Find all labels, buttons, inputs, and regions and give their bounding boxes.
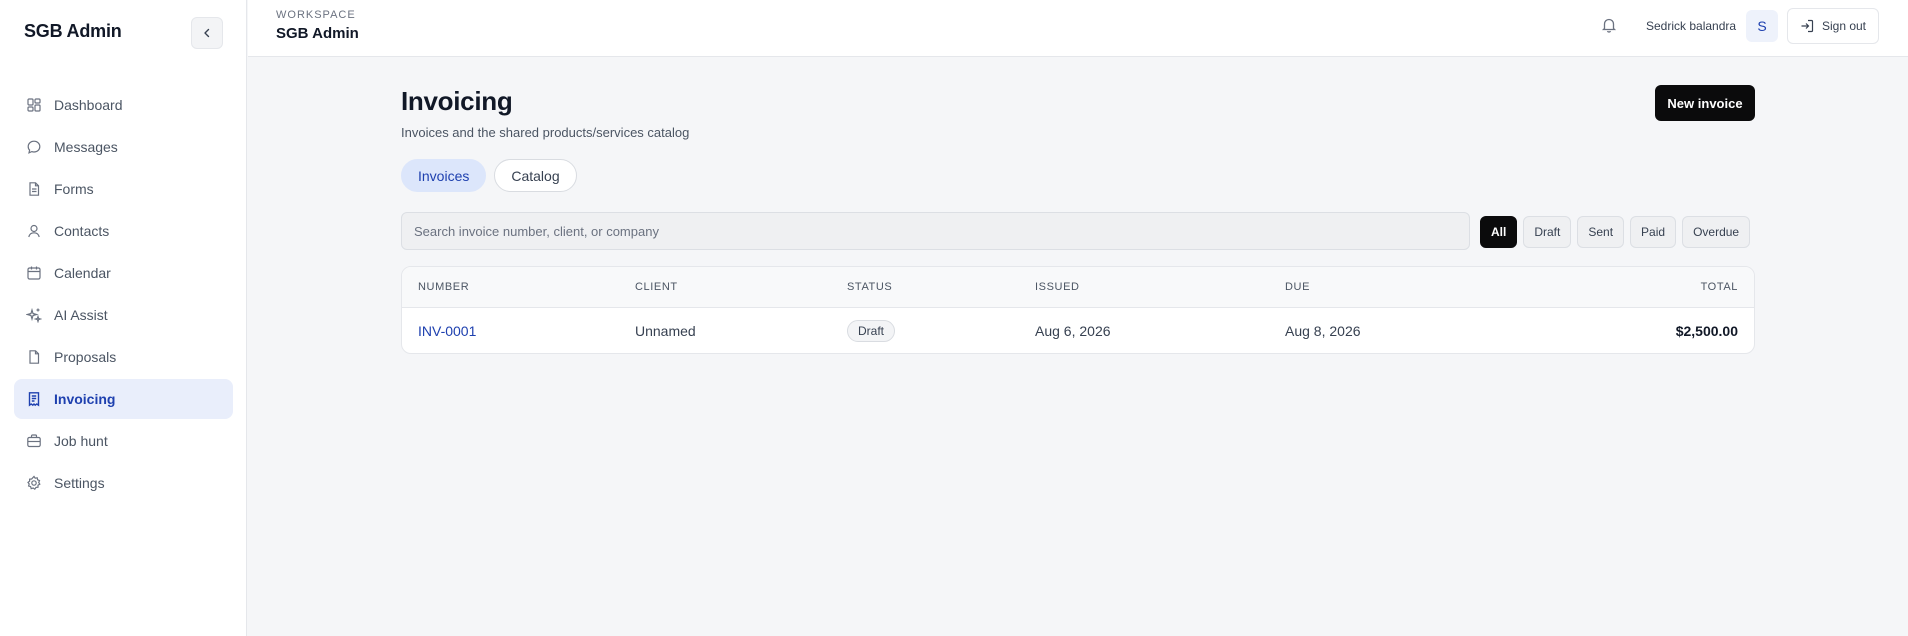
filter-sent-button[interactable]: Sent bbox=[1577, 216, 1625, 248]
sidebar-item-label: Job hunt bbox=[54, 433, 108, 449]
sidebar-item-label: Forms bbox=[54, 181, 94, 197]
brand-title: SGB Admin bbox=[24, 21, 122, 41]
sidebar-item-calendar[interactable]: Calendar bbox=[14, 253, 233, 293]
status-filters: All Draft Sent Paid Overdue bbox=[1480, 216, 1751, 248]
new-invoice-button[interactable]: New invoice bbox=[1655, 85, 1755, 121]
dashboard-icon bbox=[27, 98, 41, 112]
sidebar-item-label: Messages bbox=[54, 139, 118, 155]
sidebar-item-messages[interactable]: Messages bbox=[14, 127, 233, 167]
sidebar-item-label: Calendar bbox=[54, 265, 111, 281]
column-header-total[interactable]: TOTAL bbox=[1701, 281, 1738, 293]
sidebar-item-label: Settings bbox=[54, 475, 105, 491]
sidebar-nav: Dashboard Messages Forms Contacts Calend… bbox=[14, 85, 233, 505]
tab-catalog[interactable]: Catalog bbox=[494, 159, 577, 192]
user-name: Sedrick balandra bbox=[1646, 19, 1737, 33]
sidebar-item-label: Invoicing bbox=[54, 391, 116, 407]
column-header-status[interactable]: STATUS bbox=[847, 281, 892, 293]
sidebar-item-dashboard[interactable]: Dashboard bbox=[14, 85, 233, 125]
sparkle-icon bbox=[26, 307, 42, 323]
calendar-icon bbox=[27, 266, 41, 280]
workspace-label: WORKSPACE bbox=[276, 9, 356, 21]
search-input[interactable] bbox=[401, 212, 1470, 250]
column-header-number[interactable]: NUMBER bbox=[418, 281, 469, 293]
table-header: NUMBER CLIENT STATUS ISSUED DUE TOTAL bbox=[402, 267, 1754, 308]
page-title: Invoicing bbox=[401, 86, 513, 116]
sidebar-item-ai-assist[interactable]: AI Assist bbox=[14, 295, 233, 335]
tab-invoices[interactable]: Invoices bbox=[401, 159, 487, 192]
filter-overdue-button[interactable]: Overdue bbox=[1682, 216, 1751, 248]
sidebar-item-label: Dashboard bbox=[54, 97, 123, 113]
filter-draft-button[interactable]: Draft bbox=[1523, 216, 1572, 248]
sidebar: SGB Admin Dashboard Messages Forms Conta… bbox=[0, 0, 247, 636]
sidebar-item-contacts[interactable]: Contacts bbox=[14, 211, 233, 251]
sidebar-item-proposals[interactable]: Proposals bbox=[14, 337, 233, 377]
invoice-issued-date: Aug 6, 2026 bbox=[1035, 323, 1111, 339]
bell-icon bbox=[1601, 18, 1617, 33]
invoice-total: $2,500.00 bbox=[1675, 323, 1738, 339]
gear-icon bbox=[27, 475, 41, 491]
notifications-button[interactable] bbox=[1600, 16, 1618, 34]
chevron-left-icon bbox=[204, 28, 210, 38]
column-header-due[interactable]: DUE bbox=[1285, 281, 1310, 293]
invoice-client: Unnamed bbox=[635, 323, 696, 339]
table-row[interactable]: INV-0001 Unnamed Draft Aug 6, 2026 Aug 8… bbox=[402, 308, 1754, 353]
avatar[interactable]: S bbox=[1746, 10, 1778, 42]
top-header: WORKSPACE SGB Admin Sedrick balandra S S… bbox=[248, 0, 1908, 57]
invoices-table: NUMBER CLIENT STATUS ISSUED DUE TOTAL IN… bbox=[401, 266, 1755, 354]
status-badge: Draft bbox=[847, 320, 896, 342]
sidebar-item-label: Contacts bbox=[54, 223, 110, 239]
briefcase-icon bbox=[27, 434, 41, 448]
sign-out-label: Sign out bbox=[1821, 19, 1867, 33]
column-header-issued[interactable]: ISSUED bbox=[1035, 281, 1080, 293]
document-icon bbox=[29, 350, 40, 364]
sign-in-icon bbox=[1801, 19, 1814, 33]
column-header-client[interactable]: CLIENT bbox=[635, 281, 678, 293]
invoice-number-link[interactable]: INV-0001 bbox=[418, 323, 476, 339]
sidebar-item-job-hunt[interactable]: Job hunt bbox=[14, 421, 233, 461]
filter-all-button[interactable]: All bbox=[1480, 216, 1518, 248]
sidebar-item-invoicing[interactable]: Invoicing bbox=[14, 379, 233, 419]
invoice-due-date: Aug 8, 2026 bbox=[1285, 323, 1361, 339]
filter-paid-button[interactable]: Paid bbox=[1630, 216, 1677, 248]
collapse-sidebar-button[interactable] bbox=[191, 17, 223, 49]
message-icon bbox=[27, 140, 41, 154]
user-icon bbox=[28, 224, 40, 238]
sign-out-button[interactable]: Sign out bbox=[1787, 8, 1879, 44]
workspace-name: SGB Admin bbox=[276, 25, 359, 42]
sidebar-item-label: Proposals bbox=[54, 349, 117, 365]
sidebar-item-label: AI Assist bbox=[54, 307, 108, 323]
tab-bar: Invoices Catalog bbox=[401, 159, 577, 192]
sidebar-item-forms[interactable]: Forms bbox=[14, 169, 233, 209]
receipt-icon bbox=[28, 392, 40, 407]
sidebar-item-settings[interactable]: Settings bbox=[14, 463, 233, 503]
document-icon bbox=[29, 182, 40, 196]
page-subtitle: Invoices and the shared products/service… bbox=[401, 125, 690, 140]
